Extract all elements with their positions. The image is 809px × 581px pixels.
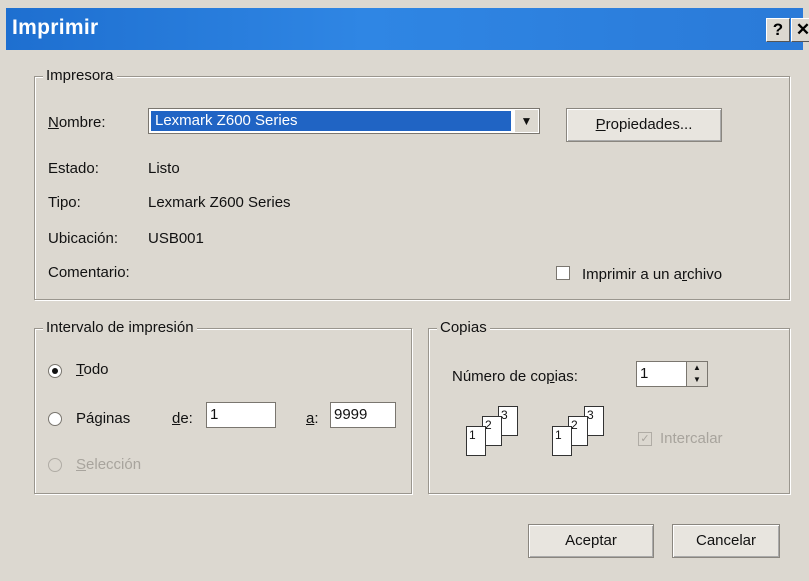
window-title: Imprimir — [12, 16, 99, 39]
cancel-button[interactable]: Cancelar — [672, 524, 780, 558]
close-button[interactable]: ✕ — [791, 18, 809, 42]
printer-name-select[interactable]: Lexmark Z600 Series ▼ — [148, 108, 540, 134]
printer-group-label: Impresora — [43, 67, 117, 84]
type-value: Lexmark Z600 Series — [148, 194, 291, 211]
print-to-file-label[interactable]: Imprimir a un archivo — [582, 266, 722, 283]
page-1-icon: 1 — [552, 426, 572, 456]
location-label: Ubicación: — [48, 230, 119, 247]
ok-button[interactable]: Aceptar — [528, 524, 654, 558]
status-label: Estado: — [48, 160, 99, 177]
location-value: USB001 — [148, 230, 204, 247]
collate-illustration-1: 3 2 1 — [452, 406, 532, 462]
range-to-label: a: — [306, 410, 319, 427]
range-to-input[interactable]: 9999 — [330, 402, 396, 428]
range-from-label: de: — [172, 410, 193, 427]
range-selection-radio[interactable] — [48, 458, 62, 472]
properties-button-label: ropiedades... — [605, 116, 693, 133]
range-from-input[interactable]: 1 — [206, 402, 276, 428]
spinner-down-icon[interactable]: ▼ — [687, 374, 707, 386]
range-pages-radio[interactable] — [48, 412, 62, 426]
printer-name-label: Nombre: — [48, 114, 106, 131]
properties-button[interactable]: Propiedades... — [566, 108, 722, 142]
status-value: Listo — [148, 160, 180, 177]
printer-name-value: Lexmark Z600 Series — [151, 111, 511, 131]
copies-group-label: Copias — [437, 319, 490, 336]
collate-checkbox[interactable]: ✓ — [638, 432, 652, 446]
copies-count-label: Número de copias: — [452, 368, 578, 385]
type-label: Tipo: — [48, 194, 81, 211]
range-all-label[interactable]: Todo — [76, 361, 109, 378]
collate-label[interactable]: Intercalar — [660, 430, 723, 447]
page-1-icon: 1 — [466, 426, 486, 456]
print-range-label: Intervalo de impresión — [43, 319, 197, 336]
print-dialog: Imprimir ? ✕ Impresora Nombre: Lexmark Z… — [0, 0, 809, 581]
radio-selected-dot — [52, 368, 58, 374]
comment-label: Comentario: — [48, 264, 130, 281]
print-to-file-checkbox[interactable] — [556, 266, 570, 280]
copies-count-input[interactable]: 1 — [636, 361, 688, 387]
title-bar[interactable]: Imprimir ? ✕ — [6, 8, 809, 50]
collate-illustration-2: 3 2 1 — [538, 406, 618, 462]
range-all-radio[interactable] — [48, 364, 62, 378]
copies-spinner[interactable]: ▲ ▼ — [686, 361, 708, 387]
range-pages-label[interactable]: Páginas — [76, 410, 130, 427]
help-button[interactable]: ? — [766, 18, 790, 42]
chevron-down-icon[interactable]: ▼ — [514, 110, 538, 132]
range-selection-label[interactable]: Selección — [76, 456, 141, 473]
spinner-up-icon[interactable]: ▲ — [687, 362, 707, 374]
